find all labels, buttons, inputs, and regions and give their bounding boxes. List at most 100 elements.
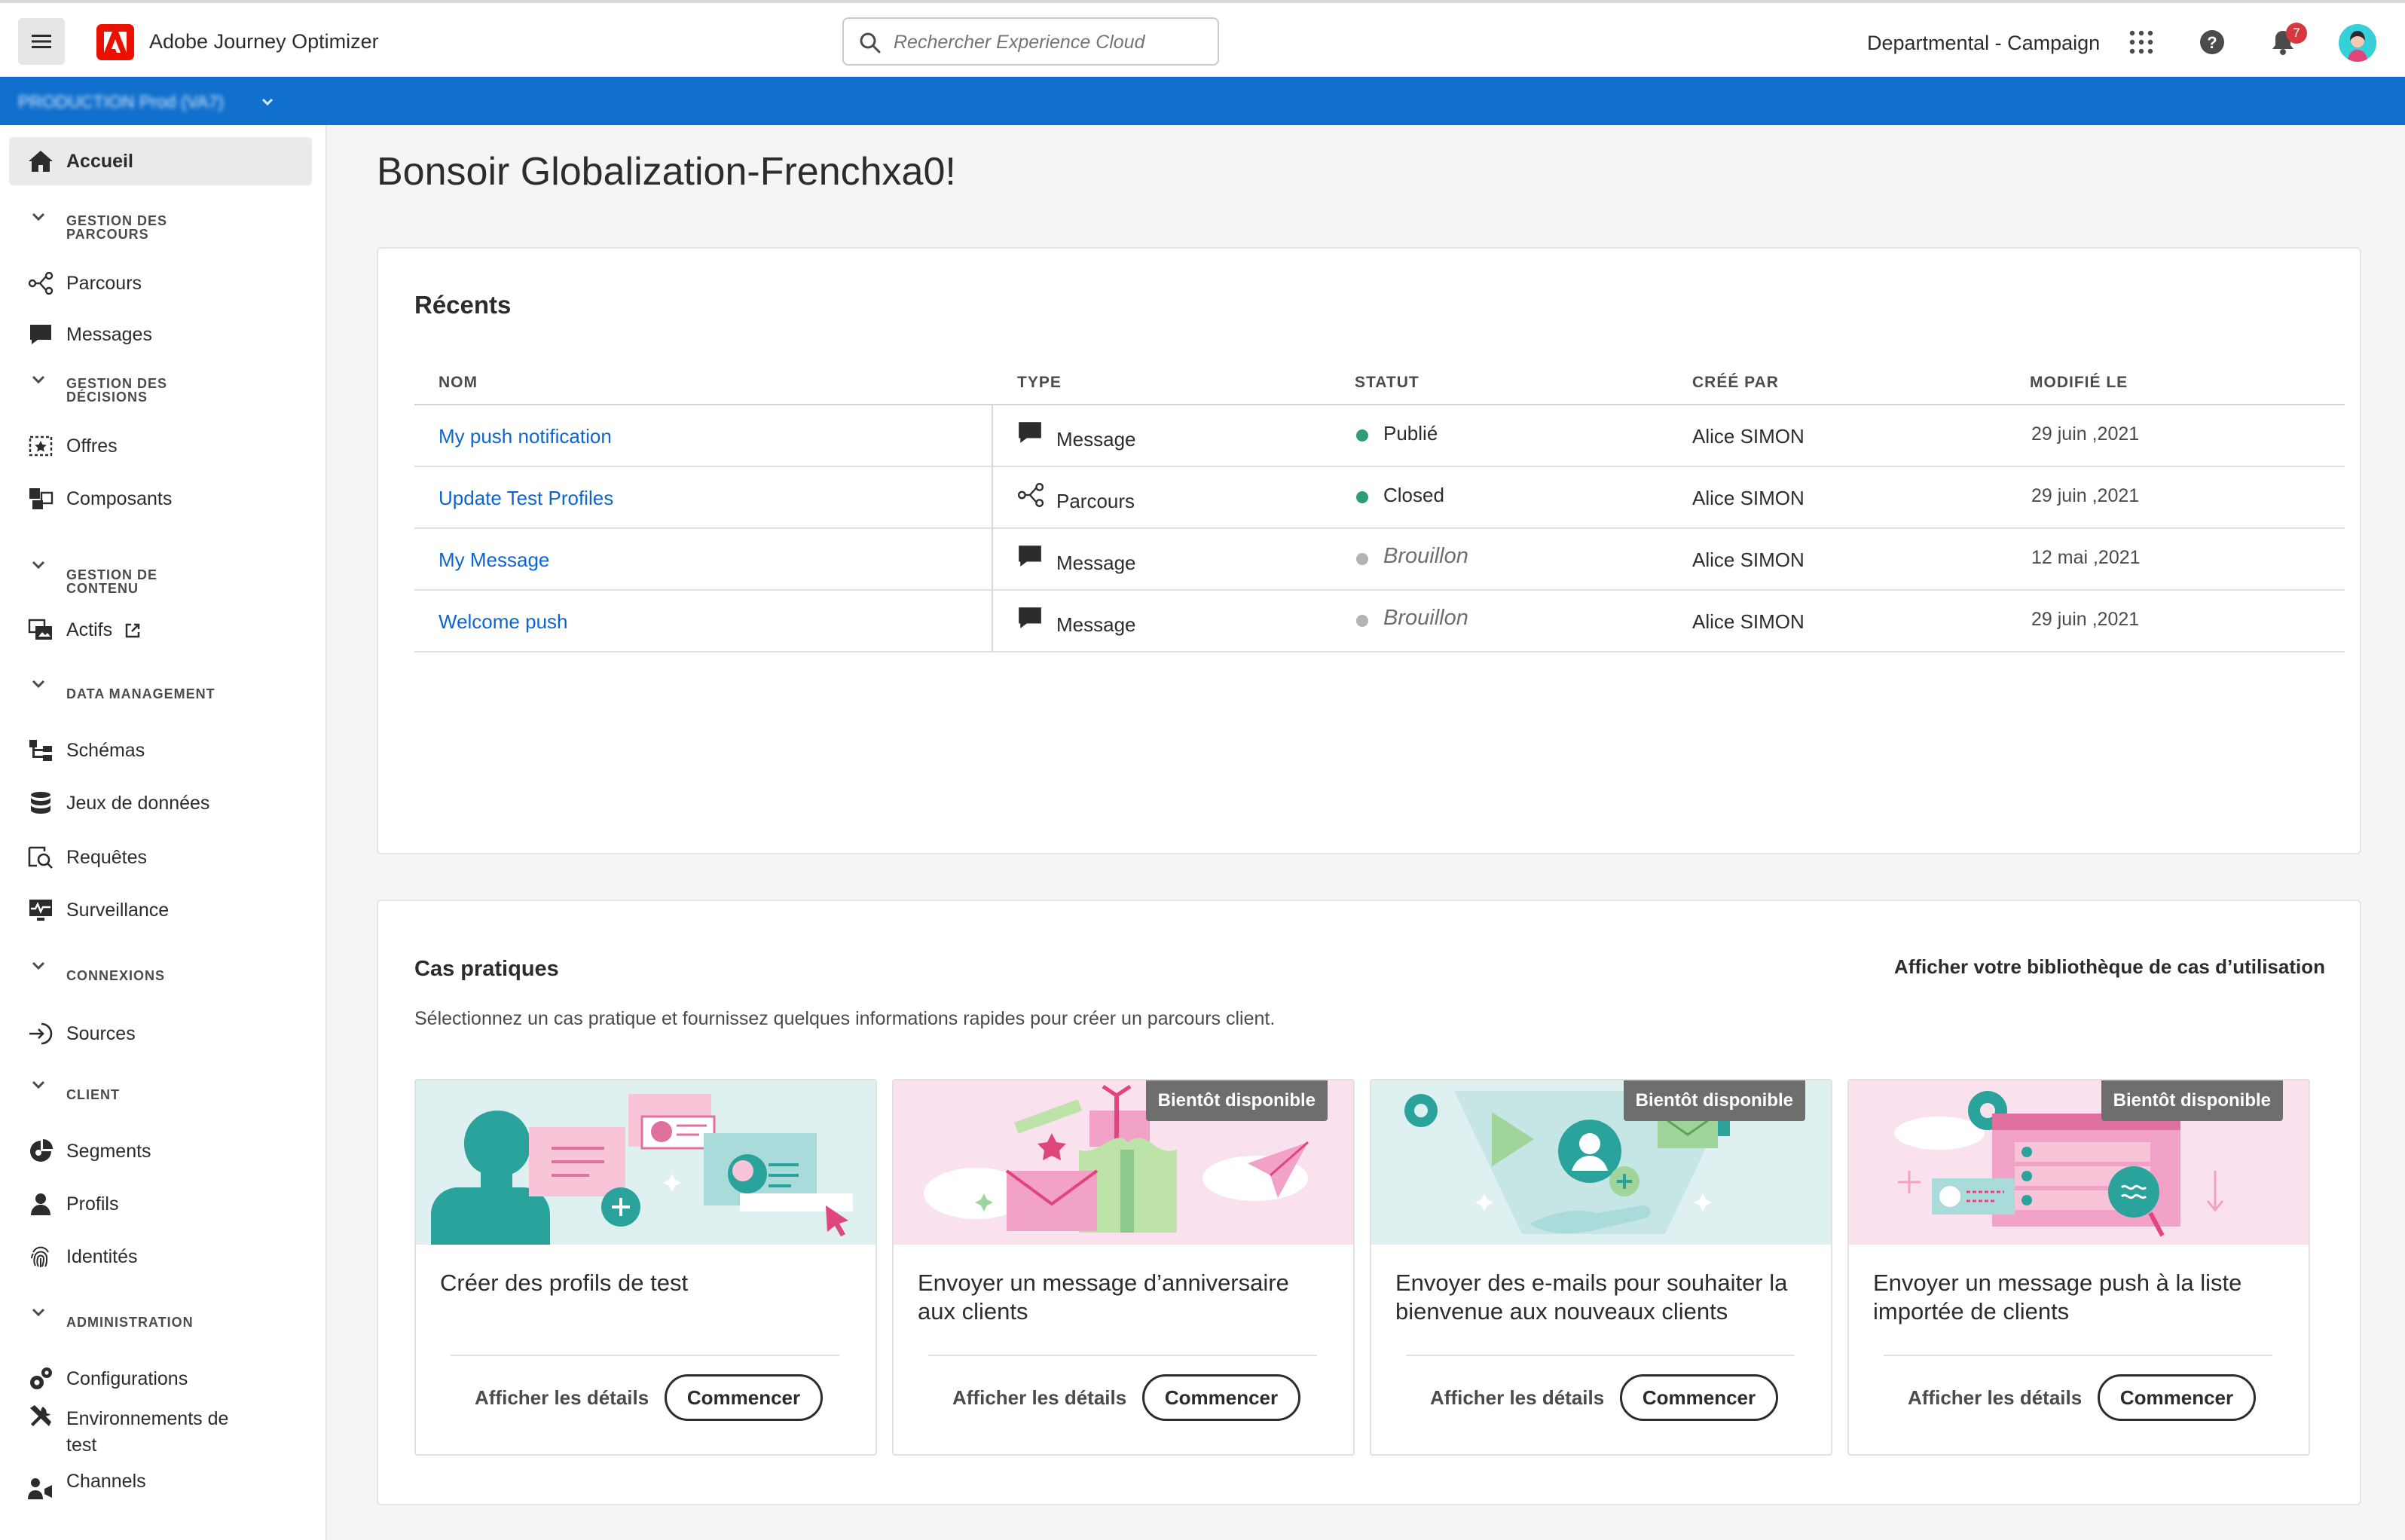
section-label: CLIENT — [66, 1087, 120, 1102]
table-row[interactable]: My Message Message Brouillon Alice SIMON… — [414, 529, 2345, 591]
sandbox-switcher[interactable]: PRODUCTION Prod (VA7) — [18, 92, 224, 112]
message-icon — [1019, 545, 1041, 567]
divider — [1884, 1355, 2272, 1356]
sidebar-item-label: Configurations — [66, 1367, 188, 1389]
sidebar-item-schemas[interactable]: Schémas — [9, 726, 312, 775]
sidebar-item-actifs[interactable]: Actifs — [9, 606, 312, 654]
user-avatar[interactable] — [2339, 24, 2376, 62]
test-profiles-illustration — [416, 1080, 876, 1245]
view-details-link[interactable]: Afficher les détails — [952, 1386, 1126, 1410]
use-case-title: Envoyer un message d’anniversaire aux cl… — [918, 1270, 1289, 1325]
sidebar-item-label: Accueil — [66, 150, 133, 172]
use-cases-card: Cas pratiques Afficher votre bibliothèqu… — [377, 900, 2361, 1505]
search-input[interactable] — [894, 28, 1202, 57]
section-label: ADMINISTRATION — [66, 1315, 194, 1330]
coming-soon-badge: Bientôt disponible — [1623, 1080, 1805, 1121]
svg-text:?: ? — [2207, 33, 2217, 52]
start-button[interactable]: Commencer — [1142, 1374, 1300, 1421]
sidebar-item-configurations[interactable]: Configurations — [9, 1355, 312, 1403]
search-icon — [860, 32, 881, 53]
row-type: Message — [1056, 552, 1136, 574]
sidebar-item-surveillance[interactable]: Surveillance — [9, 886, 312, 934]
sidebar-item-label: Surveillance — [66, 899, 170, 921]
message-icon — [1019, 607, 1041, 628]
use-case-tile[interactable]: Créer des profils de test Afficher les d… — [414, 1079, 877, 1456]
start-button[interactable]: Commencer — [2098, 1374, 2256, 1421]
sidebar-item-label: Actifs — [66, 619, 141, 641]
row-status: Brouillon — [1383, 544, 1468, 568]
use-case-library-link[interactable]: Afficher votre bibliothèque de cas d’uti… — [1894, 955, 2325, 979]
status-dot-draft — [1356, 615, 1368, 627]
chevron-down-icon — [32, 680, 45, 689]
sidebar-item-offres[interactable]: Offres — [9, 422, 312, 470]
sidebar-item-sandboxes[interactable]: Environnements de test — [9, 1398, 312, 1465]
section-label: GESTION DES PARCOURS — [66, 213, 168, 242]
row-author: Alice SIMON — [1692, 425, 1805, 448]
row-date: 12 mai ,2021 — [2031, 547, 2141, 568]
column-header-type[interactable]: TYPE — [1017, 374, 1062, 392]
home-icon — [26, 146, 56, 176]
row-status: Publié — [1383, 422, 1438, 445]
sidebar-item-identites[interactable]: Identités — [9, 1233, 312, 1281]
help-icon[interactable]: ? — [2194, 24, 2230, 60]
sidebar-item-label: Composants — [66, 487, 173, 509]
table-row[interactable]: Update Test Profiles Parcours Closed Ali… — [414, 467, 2345, 529]
chevron-down-icon — [32, 212, 45, 222]
column-header-name[interactable]: NOM — [439, 374, 478, 392]
row-type: Parcours — [1056, 490, 1135, 512]
segments-icon — [26, 1136, 56, 1166]
row-status: Closed — [1383, 484, 1444, 506]
use-case-tile[interactable]: Bientôt disponible Envoyer un message pu… — [1847, 1079, 2310, 1456]
use-case-tile[interactable]: Bientôt disponible Envoyer un message d’… — [892, 1079, 1355, 1456]
column-header-modified[interactable]: MODIFIÉ LE — [2030, 374, 2128, 392]
app-title[interactable]: Adobe Journey Optimizer — [149, 30, 379, 53]
row-name-link[interactable]: My push notification — [439, 425, 612, 448]
adobe-logo-icon[interactable] — [96, 24, 134, 60]
left-navigation: Accueil GESTION DES PARCOURS Parcours Me… — [0, 125, 327, 1540]
search-box[interactable] — [842, 17, 1219, 66]
user-profile-icon — [2339, 24, 2376, 62]
sidebar-item-channels[interactable]: Channels — [9, 1465, 312, 1513]
section-label: GESTION DES DÉCISIONS — [66, 376, 168, 405]
apps-grid-icon[interactable] — [2123, 24, 2159, 60]
start-button[interactable]: Commencer — [1620, 1374, 1778, 1421]
use-case-title: Envoyer un message push à la liste impor… — [1873, 1270, 2242, 1325]
table-row[interactable]: My push notification Message Publié Alic… — [414, 405, 2345, 467]
sidebar-item-home[interactable]: Accueil — [9, 137, 312, 185]
row-name-link[interactable]: Update Test Profiles — [439, 487, 613, 510]
sidebar-item-requetes[interactable]: Requêtes — [9, 833, 312, 882]
row-name-link[interactable]: My Message — [439, 548, 549, 572]
sidebar-item-parcours[interactable]: Parcours — [9, 259, 312, 307]
view-details-link[interactable]: Afficher les détails — [475, 1386, 649, 1410]
column-header-author[interactable]: CRÉÉ PAR — [1692, 374, 1779, 392]
sidebar-item-sources[interactable]: Sources — [9, 1010, 312, 1058]
offer-icon — [26, 431, 56, 461]
table-row[interactable]: Welcome push Message Brouillon Alice SIM… — [414, 591, 2345, 652]
view-details-link[interactable]: Afficher les détails — [1430, 1386, 1604, 1410]
view-details-link[interactable]: Afficher les détails — [1908, 1386, 2082, 1410]
message-icon — [26, 319, 56, 350]
use-case-tile[interactable]: Bientôt disponible Envoyer des e-mails p… — [1370, 1079, 1832, 1456]
sidebar-item-profils[interactable]: Profils — [9, 1180, 312, 1228]
column-header-status[interactable]: STATUT — [1355, 374, 1419, 392]
sidebar-item-datasets[interactable]: Jeux de données — [9, 779, 312, 827]
sidebar-item-messages[interactable]: Messages — [9, 310, 312, 359]
row-name-link[interactable]: Welcome push — [439, 610, 568, 634]
sidebar-item-label: Messages — [66, 323, 152, 345]
hamburger-menu-button[interactable] — [18, 18, 65, 65]
column-divider — [992, 467, 993, 529]
row-author: Alice SIMON — [1692, 548, 1805, 571]
page-title: Bonsoir Globalization-Frenchxa0! — [377, 150, 956, 194]
chevron-down-icon — [32, 961, 45, 970]
external-link-icon — [125, 623, 140, 638]
org-switcher[interactable]: Departmental - Campaign — [1867, 32, 2100, 55]
dataset-icon — [26, 788, 56, 818]
start-button[interactable]: Commencer — [665, 1374, 823, 1421]
row-author: Alice SIMON — [1692, 610, 1805, 633]
section-label: CONNEXIONS — [66, 968, 166, 983]
sidebar-item-segments[interactable]: Segments — [9, 1127, 312, 1175]
sidebar-item-composants[interactable]: Composants — [9, 475, 312, 523]
schema-icon — [26, 735, 56, 765]
recents-title: Récents — [414, 291, 512, 319]
chevron-down-icon[interactable] — [261, 95, 274, 108]
